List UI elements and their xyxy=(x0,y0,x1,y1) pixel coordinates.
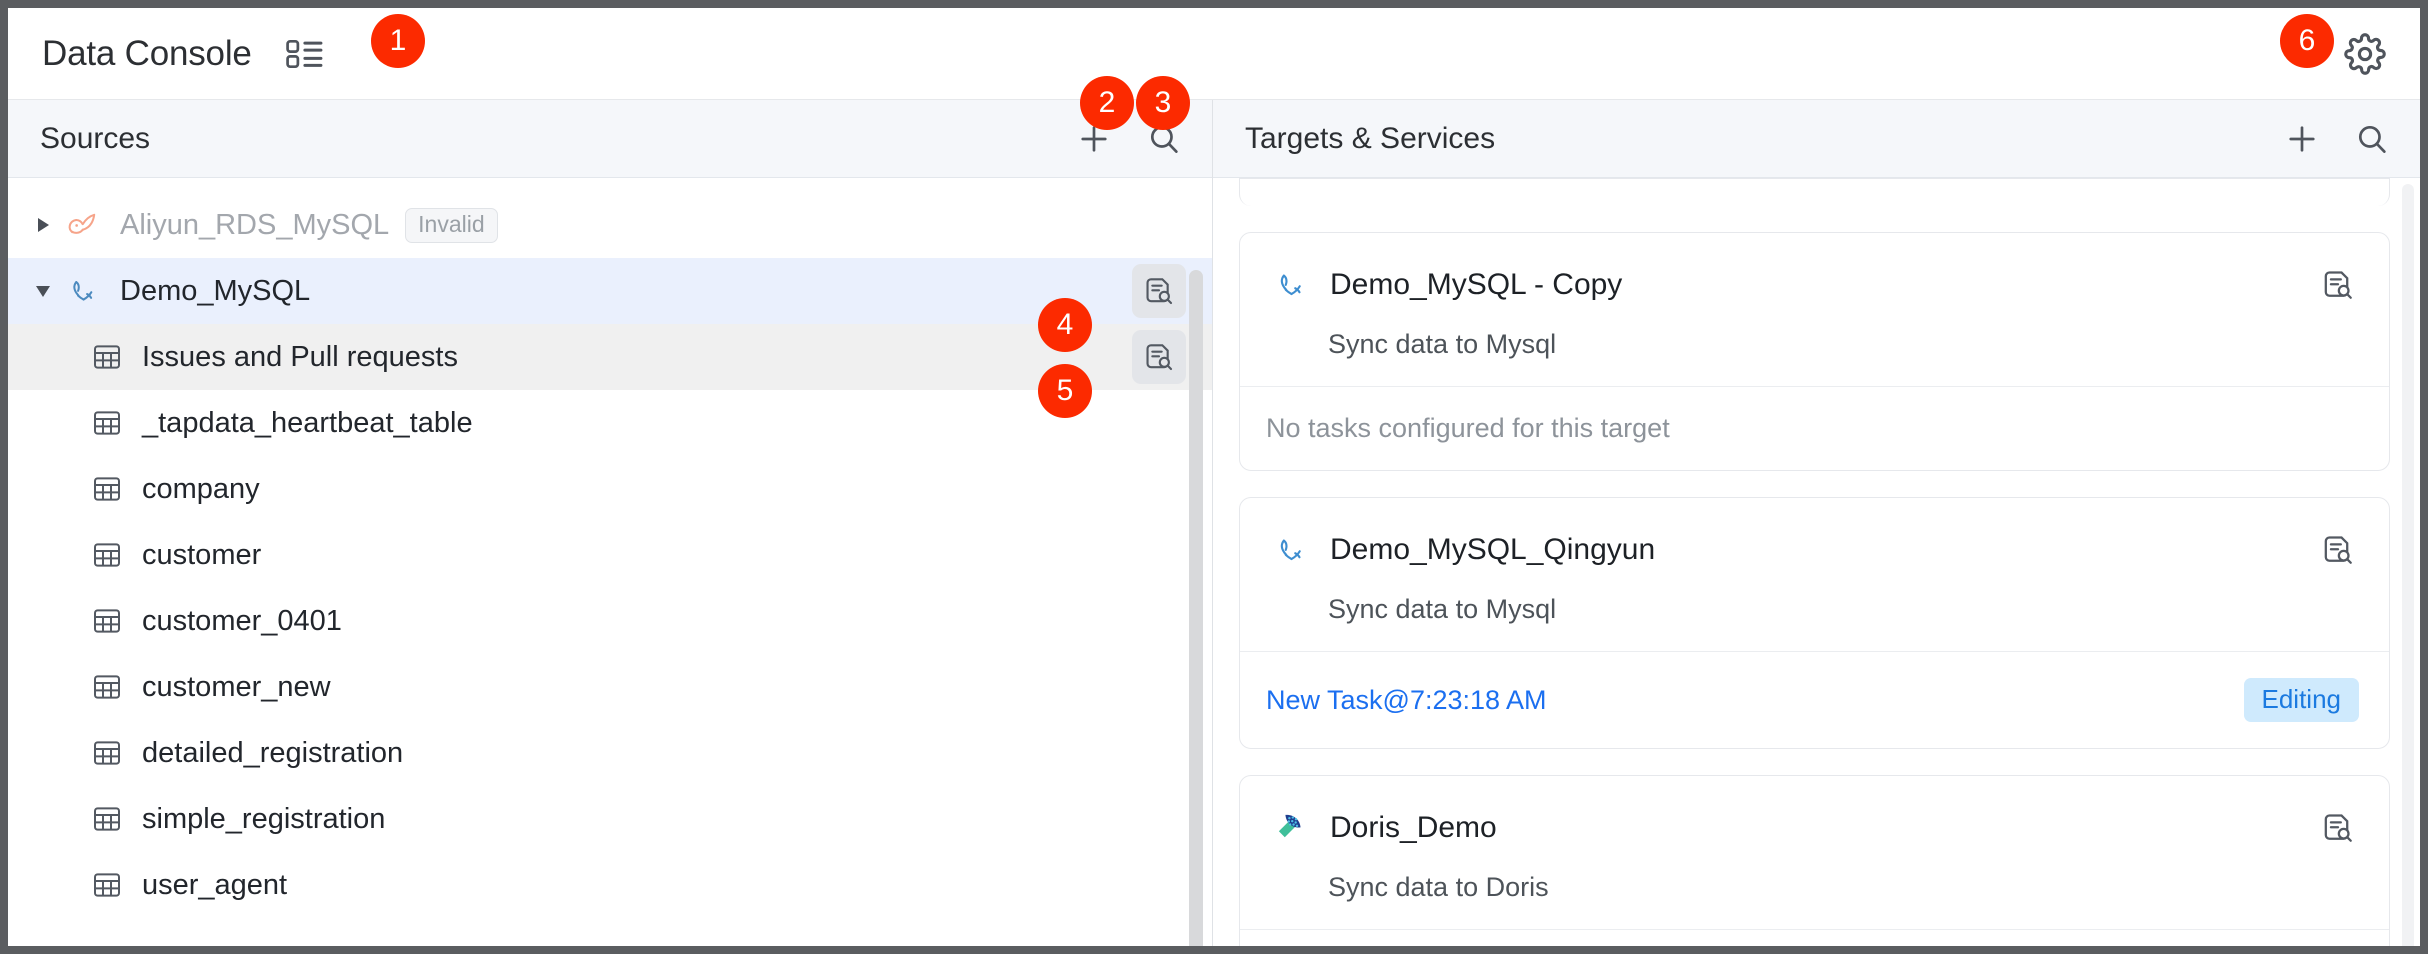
target-card-subtitle: Sync data to Mysql xyxy=(1328,329,1557,359)
document-search-icon[interactable] xyxy=(2321,268,2355,302)
tree-item-label: user_agent xyxy=(142,868,288,901)
target-card-title-row: Doris_Demo xyxy=(1270,806,2355,850)
annotation-badge-2: 2 xyxy=(1080,76,1134,130)
app-window: Data Console Sources Aliyun_RDS_MySQL In… xyxy=(8,8,2420,946)
targets-add-icon[interactable] xyxy=(2284,121,2320,157)
tree-item-label: company xyxy=(142,472,260,505)
tree-item-table[interactable]: customer xyxy=(8,522,1212,588)
target-card[interactable]: Demo_MySQL - Copy Sync data to Mysql No … xyxy=(1239,232,2390,471)
tree-item-table[interactable]: company xyxy=(8,456,1212,522)
document-search-icon[interactable] xyxy=(2321,811,2355,845)
preview-data-button[interactable] xyxy=(1132,264,1186,318)
body-split: Sources Aliyun_RDS_MySQL Invalid Demo_My… xyxy=(8,100,2420,946)
page-title: Data Console xyxy=(42,33,252,73)
task-status-badge: Editing xyxy=(2243,678,2359,722)
mysql-dolphin-blue-icon xyxy=(64,271,104,311)
annotation-badge-3: 3 xyxy=(1136,76,1190,130)
target-card-title: Demo_MySQL - Copy xyxy=(1330,268,1623,301)
top-bar: Data Console xyxy=(8,8,2420,100)
tree-item-label: _tapdata_heartbeat_table xyxy=(142,406,473,439)
target-card[interactable]: Demo_MySQL_Qingyun Sync data to Mysql Ne… xyxy=(1239,497,2390,749)
target-card-subtitle: Sync data to Mysql xyxy=(1328,594,1557,624)
status-badge-invalid: Invalid xyxy=(405,207,498,243)
table-icon xyxy=(90,868,124,902)
tree-item-label: customer_0401 xyxy=(142,604,342,637)
table-icon xyxy=(90,604,124,638)
tree-item-table[interactable]: _tapdata_heartbeat_table xyxy=(8,390,1212,456)
target-card-title-row: Demo_MySQL_Qingyun xyxy=(1270,528,2355,572)
table-icon xyxy=(90,472,124,506)
table-icon xyxy=(90,406,124,440)
table-icon xyxy=(90,802,124,836)
tree-item-label: simple_registration xyxy=(142,802,386,835)
targets-search-icon[interactable] xyxy=(2354,121,2390,157)
table-icon xyxy=(90,670,124,704)
tree-item-table[interactable]: customer_new xyxy=(8,654,1212,720)
tree-item-label: Demo_MySQL xyxy=(120,274,311,307)
tree-item-connection[interactable]: Aliyun_RDS_MySQL Invalid xyxy=(8,192,1212,258)
target-card-partial[interactable] xyxy=(1239,178,2390,206)
mysql-dolphin-blue-icon xyxy=(1270,528,1314,572)
grid-list-icon[interactable] xyxy=(285,38,324,70)
no-tasks-text: No tasks configured for this target xyxy=(1266,413,1670,443)
targets-scrollbar[interactable] xyxy=(2402,184,2414,946)
target-card-subtitle: Sync data to Doris xyxy=(1328,872,1549,902)
tree-item-table[interactable]: user_agent xyxy=(8,852,1212,918)
tree-item-table[interactable]: detailed_registration xyxy=(8,720,1212,786)
annotation-badge-1: 1 xyxy=(371,14,425,68)
tree-item-connection[interactable]: Demo_MySQL xyxy=(8,258,1212,324)
mysql-dolphin-blue-icon xyxy=(1270,263,1314,307)
document-search-icon[interactable] xyxy=(2321,533,2355,567)
target-card-body: Doris_Demo Sync data to Doris xyxy=(1240,776,2389,929)
mysql-dolphin-orange-icon xyxy=(64,205,104,245)
targets-title: Targets & Services xyxy=(1245,121,1496,155)
tree-item-label: Issues and Pull requests xyxy=(142,340,458,373)
preview-data-button[interactable] xyxy=(1132,330,1186,384)
target-card-footer: No tasks configured for this target xyxy=(1240,929,2389,946)
targets-list[interactable]: Demo_MySQL - Copy Sync data to Mysql No … xyxy=(1213,178,2420,946)
sources-header: Sources xyxy=(8,100,1212,178)
tree-item-table[interactable]: Issues and Pull requests xyxy=(8,324,1212,390)
sources-scrollbar[interactable] xyxy=(1189,270,1203,946)
task-link[interactable]: New Task@7:23:18 AM xyxy=(1266,685,1547,716)
doris-icon xyxy=(1270,806,1314,850)
targets-panel: Targets & Services Demo_MySQL - Copy Syn… xyxy=(1213,100,2420,946)
gear-icon[interactable] xyxy=(2344,32,2386,75)
target-card-body: Demo_MySQL_Qingyun Sync data to Mysql xyxy=(1240,498,2389,651)
target-card-footer: No tasks configured for this target xyxy=(1240,386,2389,470)
target-card-title: Demo_MySQL_Qingyun xyxy=(1330,533,1656,566)
annotation-badge-5: 5 xyxy=(1038,364,1092,418)
table-icon xyxy=(90,736,124,770)
chevron-right-icon[interactable] xyxy=(30,212,56,238)
target-card-title: Doris_Demo xyxy=(1330,811,1497,844)
targets-header: Targets & Services xyxy=(1213,100,2420,178)
tree-item-label: detailed_registration xyxy=(142,736,404,769)
target-card-title-row: Demo_MySQL - Copy xyxy=(1270,263,2355,307)
target-card-body: Demo_MySQL - Copy Sync data to Mysql xyxy=(1240,233,2389,386)
sources-title: Sources xyxy=(40,121,151,155)
chevron-down-icon[interactable] xyxy=(30,278,56,304)
annotation-badge-4: 4 xyxy=(1038,298,1092,352)
tree-item-label: customer_new xyxy=(142,670,331,703)
sources-tree[interactable]: Aliyun_RDS_MySQL Invalid Demo_MySQL Issu… xyxy=(8,178,1212,946)
tree-item-table[interactable]: customer_0401 xyxy=(8,588,1212,654)
annotation-badge-6: 6 xyxy=(2280,14,2334,68)
target-card[interactable]: Doris_Demo Sync data to Doris xyxy=(1239,775,2390,946)
tree-item-label: customer xyxy=(142,538,262,571)
tree-item-table[interactable]: simple_registration xyxy=(8,786,1212,852)
sources-panel: Sources Aliyun_RDS_MySQL Invalid Demo_My… xyxy=(8,100,1213,946)
tree-item-label: Aliyun_RDS_MySQL xyxy=(120,208,390,241)
table-icon xyxy=(90,340,124,374)
table-icon xyxy=(90,538,124,572)
target-card-footer: New Task@7:23:18 AM Editing xyxy=(1240,651,2389,748)
